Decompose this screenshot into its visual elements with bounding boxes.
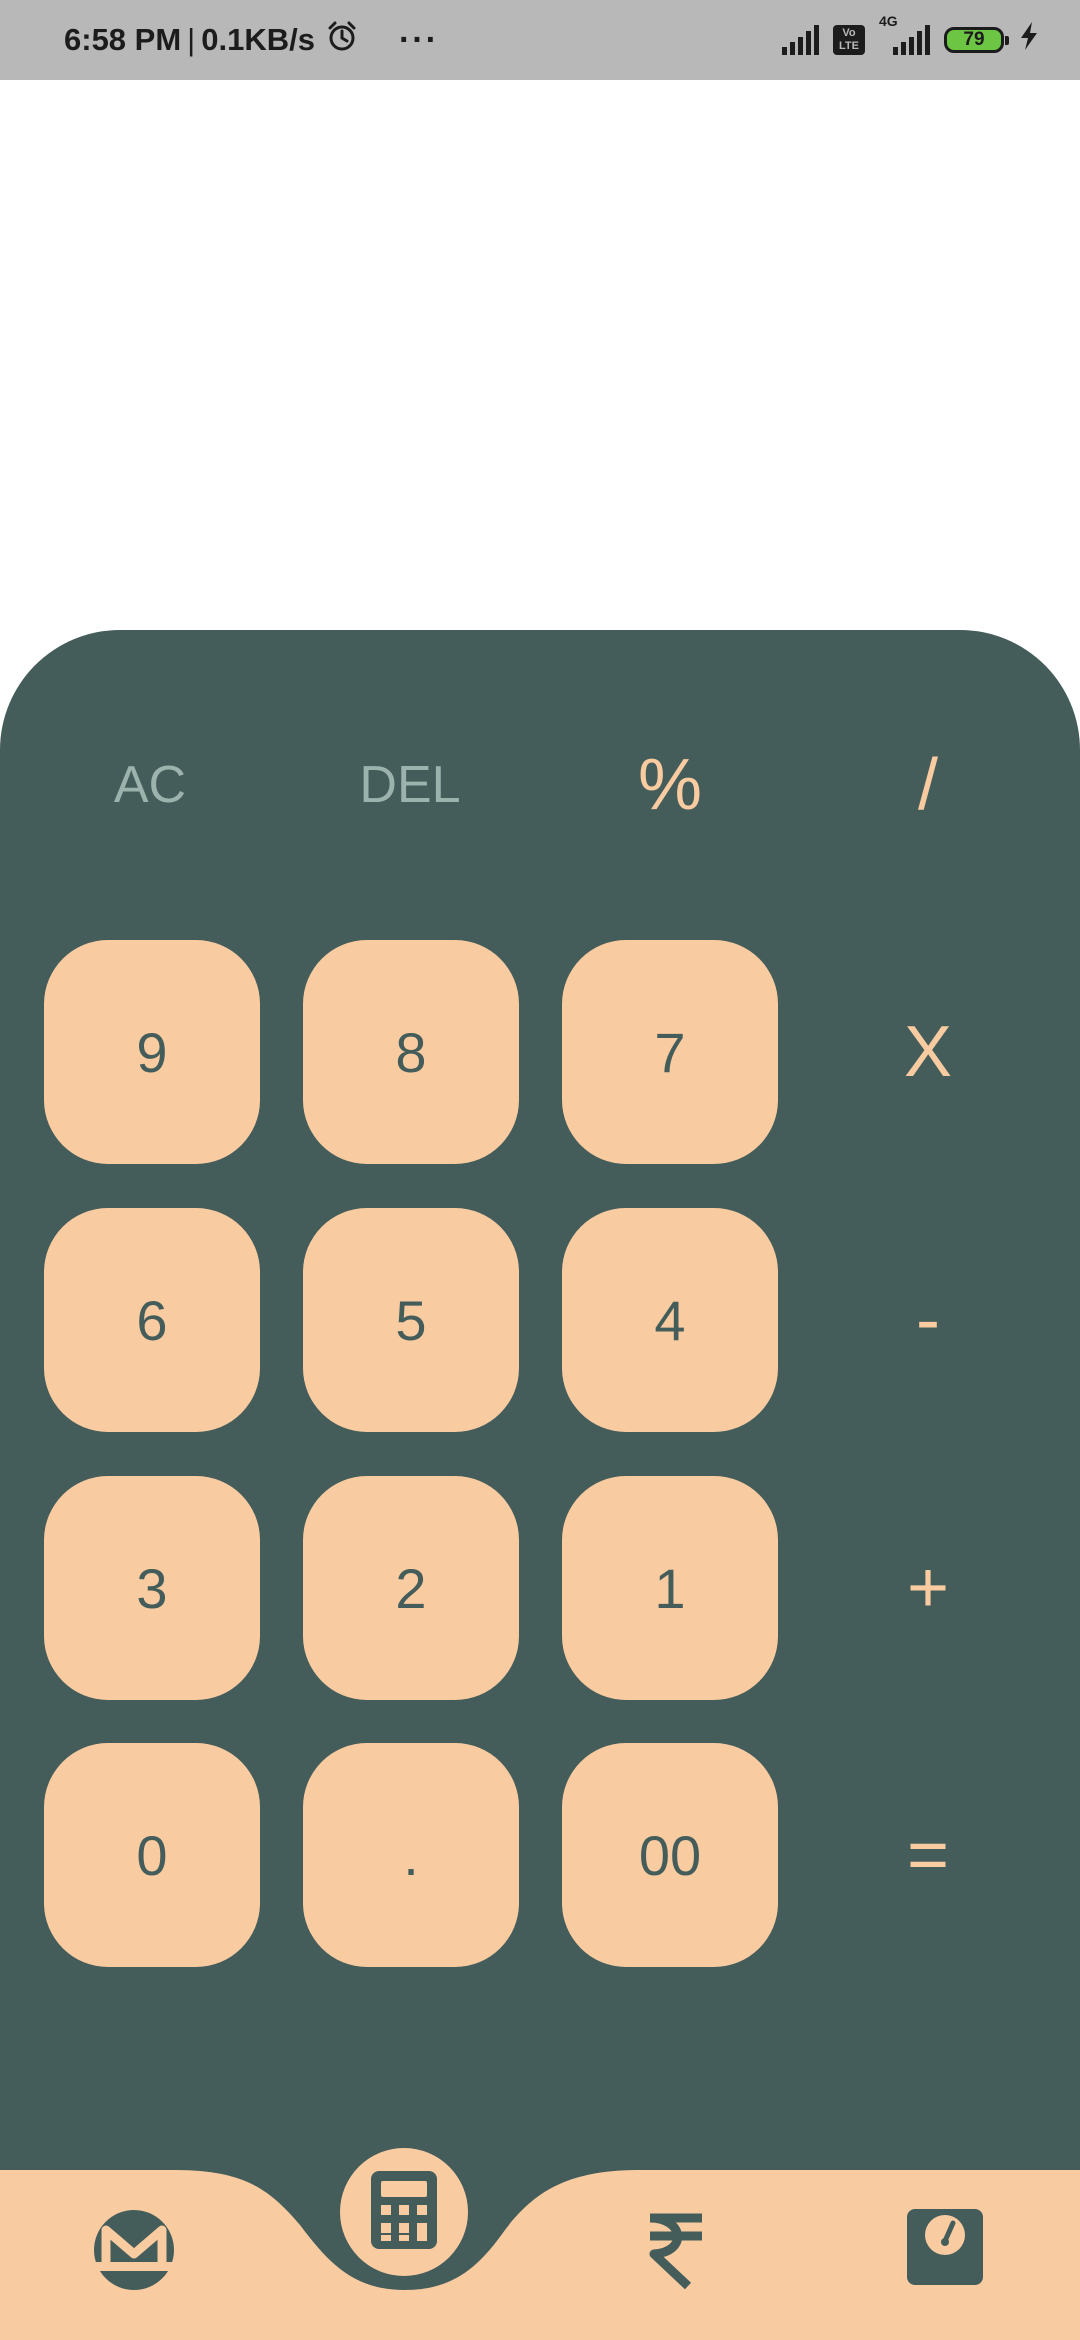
divide-button[interactable]: / — [808, 725, 1048, 845]
more-notifications-icon: ··· — [398, 20, 439, 59]
bottom-navigation — [0, 2170, 1080, 2340]
signal-icon — [782, 25, 819, 55]
percent-button[interactable]: % — [550, 725, 790, 845]
digit-7-button[interactable]: 7 — [562, 940, 778, 1164]
calculator-icon — [369, 2169, 439, 2256]
volte-line2: LTE — [839, 40, 859, 52]
multiply-button[interactable]: X — [848, 940, 1008, 1164]
digit-0-button[interactable]: 0 — [44, 1743, 260, 1967]
keypad-panel: AC DEL % / 9 8 7 X 6 5 4 - 3 2 1 + 0 . 0… — [0, 630, 1080, 2170]
battery-level: 79 — [963, 29, 985, 50]
signal-4g-icon: 4G — [879, 13, 930, 55]
monero-icon[interactable] — [92, 2208, 176, 2292]
network-speed: 0.1KB/s — [201, 22, 315, 57]
all-clear-button[interactable]: AC — [30, 725, 270, 845]
scale-icon[interactable] — [900, 2202, 990, 2292]
digit-1-button[interactable]: 1 — [562, 1476, 778, 1700]
digit-2-button[interactable]: 2 — [303, 1476, 519, 1700]
digit-4-button[interactable]: 4 — [562, 1208, 778, 1432]
volte-icon: Vo LTE — [833, 25, 865, 55]
double-zero-button[interactable]: 00 — [562, 1743, 778, 1967]
rupee-icon[interactable] — [640, 2208, 712, 2292]
digit-3-button[interactable]: 3 — [44, 1476, 260, 1700]
calculator-display — [0, 80, 1080, 630]
status-right: Vo LTE 4G 79 — [782, 0, 1040, 80]
alarm-clock-icon — [325, 19, 359, 61]
status-separator: | — [187, 22, 196, 57]
digit-9-button[interactable]: 9 — [44, 940, 260, 1164]
status-time: 6:58 PM — [64, 22, 182, 57]
digit-5-button[interactable]: 5 — [303, 1208, 519, 1432]
status-bar: 6:58 PM | 0.1KB/s ··· Vo LTE 4G 79 — [0, 0, 1080, 80]
battery-icon: 79 — [944, 27, 1009, 53]
add-button[interactable]: + — [848, 1476, 1008, 1700]
network-type: 4G — [879, 13, 898, 29]
status-left: 6:58 PM | 0.1KB/s ··· — [64, 0, 439, 80]
equals-button[interactable]: = — [848, 1743, 1008, 1967]
charging-icon — [1018, 21, 1040, 59]
digit-6-button[interactable]: 6 — [44, 1208, 260, 1432]
calculator-tab-button[interactable] — [340, 2148, 468, 2276]
digit-8-button[interactable]: 8 — [303, 940, 519, 1164]
subtract-button[interactable]: - — [848, 1208, 1008, 1432]
decimal-point-button[interactable]: . — [303, 1743, 519, 1967]
volte-line1: Vo — [842, 27, 856, 39]
delete-button[interactable]: DEL — [290, 725, 530, 845]
